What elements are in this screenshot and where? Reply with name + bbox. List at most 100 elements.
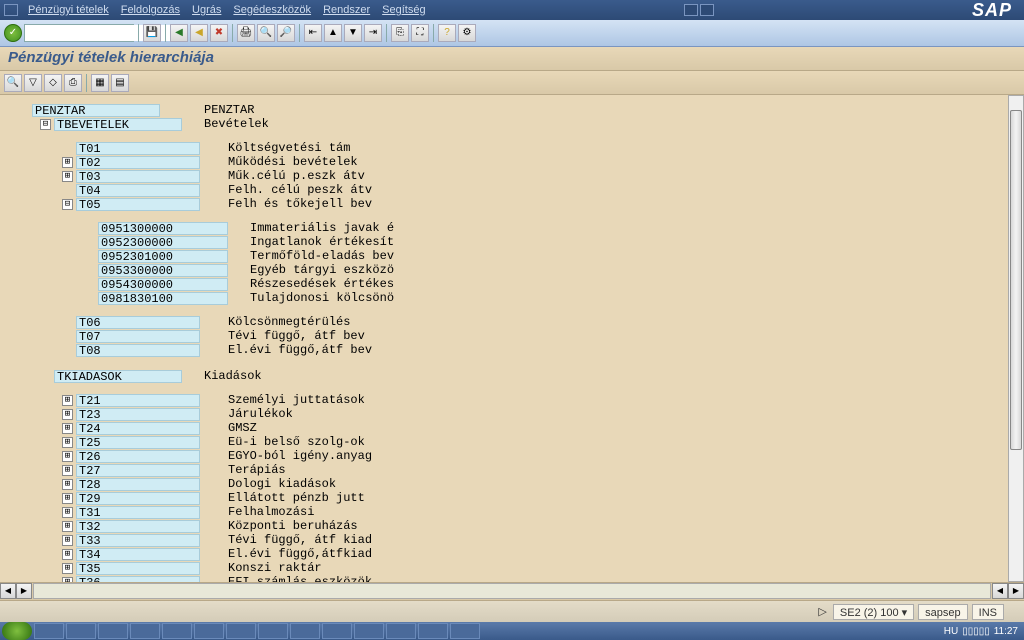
tree-toggle-icon[interactable]: ⊞ [62, 451, 73, 462]
tree-row[interactable]: ⊟TBEVETELEKBevételek [18, 117, 1020, 131]
menu-item[interactable]: Feldolgozás [115, 4, 186, 16]
tree-row[interactable]: ⊞T27Terápiás [18, 463, 1020, 477]
tree-toggle-icon[interactable]: ⊞ [62, 465, 73, 476]
task-button[interactable] [98, 623, 128, 639]
tray-icon[interactable]: ▯▯▯▯▯ [962, 626, 990, 637]
menu-icon[interactable] [4, 4, 18, 16]
cancel-icon[interactable]: ✖ [210, 24, 228, 42]
tree-code[interactable]: TBEVETELEK [54, 118, 182, 131]
task-button[interactable] [290, 623, 320, 639]
tree-row[interactable]: T07Tévi függő, átf bev [18, 329, 1020, 343]
help-icon[interactable]: ? [438, 24, 456, 42]
tree-row[interactable]: ⊞T28Dologi kiadások [18, 477, 1020, 491]
tree-row[interactable]: 0953300000Egyéb tárgyi eszközö [18, 263, 1020, 277]
tree-row[interactable]: ⊞T33Tévi függő, átf kiad [18, 533, 1020, 547]
expand-subtree-icon[interactable]: ▽ [24, 74, 42, 92]
tree-row[interactable]: T08El.évi függő,átf bev [18, 343, 1020, 357]
task-button[interactable] [354, 623, 384, 639]
enter-button[interactable]: ✓ [4, 24, 22, 42]
maximize-icon[interactable] [700, 4, 714, 16]
command-field[interactable]: ▾ [24, 24, 134, 42]
task-button[interactable] [450, 623, 480, 639]
exit-icon[interactable]: ◀ [190, 24, 208, 42]
tree-toggle-icon[interactable]: ⊟ [40, 119, 51, 130]
tree-toggle-icon[interactable]: ⊞ [62, 507, 73, 518]
status-arrow-icon[interactable]: ▷ [814, 605, 830, 618]
new-session-icon[interactable]: ⎘ [391, 24, 409, 42]
tree-toggle-icon[interactable]: ⊞ [62, 479, 73, 490]
tree-code[interactable]: T03 [76, 170, 200, 183]
tree-row[interactable]: PENZTARPENZTAR [18, 103, 1020, 117]
tree-code[interactable]: 0981830100 [98, 292, 228, 305]
position-icon[interactable]: ⎙ [64, 74, 82, 92]
next-page-icon[interactable]: ▼ [344, 24, 362, 42]
tree-code[interactable]: 0953300000 [98, 264, 228, 277]
task-button[interactable] [194, 623, 224, 639]
tree-row[interactable]: ⊞T24GMSZ [18, 421, 1020, 435]
tree-code[interactable]: T21 [76, 394, 200, 407]
tree-code[interactable]: T23 [76, 408, 200, 421]
tree-toggle-icon[interactable]: ⊞ [62, 171, 73, 182]
tree-code[interactable]: T35 [76, 562, 200, 575]
tree-row[interactable]: ⊞T34El.évi függő,átfkiad [18, 547, 1020, 561]
tree-code[interactable]: T01 [76, 142, 200, 155]
task-button[interactable] [66, 623, 96, 639]
prev-page-icon[interactable]: ▲ [324, 24, 342, 42]
tree-toggle-icon[interactable]: ⊞ [62, 535, 73, 546]
tree-toggle-icon[interactable]: ⊞ [62, 563, 73, 574]
tree-code[interactable]: 0952301000 [98, 250, 228, 263]
back-icon[interactable]: ◀ [170, 24, 188, 42]
menu-item[interactable]: Rendszer [317, 4, 376, 16]
tree-row[interactable]: ⊞T36EFI számlás eszközök [18, 575, 1020, 582]
tree-row[interactable]: T04Felh. célú peszk átv [18, 183, 1020, 197]
tree-row[interactable]: ⊞T35Konszi raktár [18, 561, 1020, 575]
task-button[interactable] [34, 623, 64, 639]
tree-code[interactable]: T25 [76, 436, 200, 449]
task-button[interactable] [418, 623, 448, 639]
tree-code[interactable]: T08 [76, 344, 200, 357]
tree-code[interactable]: T05 [76, 198, 200, 211]
tree-toggle-icon[interactable]: ⊞ [62, 157, 73, 168]
tree-code[interactable]: T24 [76, 422, 200, 435]
tree-toggle-icon[interactable]: ⊞ [62, 409, 73, 420]
task-button[interactable] [130, 623, 160, 639]
tree-row[interactable]: 0954300000Részesedések értékes [18, 277, 1020, 291]
tree-row[interactable]: 0951300000Immateriális javak é [18, 221, 1020, 235]
tree-code[interactable]: T33 [76, 534, 200, 547]
tree-row[interactable]: ⊞T23Járulékok [18, 407, 1020, 421]
task-button[interactable] [386, 623, 416, 639]
horizontal-scrollbar[interactable]: ◀ ▶ ◀ ▶ [0, 582, 1024, 600]
save-icon[interactable]: 💾 [143, 24, 161, 42]
task-button[interactable] [258, 623, 288, 639]
tree-toggle-icon[interactable]: ⊞ [62, 423, 73, 434]
tree-toggle-icon[interactable]: ⊞ [62, 395, 73, 406]
find-icon[interactable]: 🔍 [257, 24, 275, 42]
tree-row[interactable]: ⊟T05Felh és tőkejell bev [18, 197, 1020, 211]
tree-toggle-icon[interactable]: ⊟ [62, 199, 73, 210]
tree-row[interactable]: ⊞T31Felhalmozási [18, 505, 1020, 519]
tree-code[interactable]: T02 [76, 156, 200, 169]
tree-code[interactable]: T26 [76, 450, 200, 463]
tree-code[interactable]: TKIADASOK [54, 370, 182, 383]
last-page-icon[interactable]: ⇥ [364, 24, 382, 42]
tree-toggle-icon[interactable]: ⊞ [62, 549, 73, 560]
tree-code[interactable]: T29 [76, 492, 200, 505]
list-view-icon[interactable]: ▦ [91, 74, 109, 92]
tree-toggle-icon[interactable]: ⊞ [62, 521, 73, 532]
start-button[interactable] [2, 622, 32, 640]
tree-code[interactable]: T04 [76, 184, 200, 197]
tree-row[interactable]: ⊞T32Központi beruházás [18, 519, 1020, 533]
tree-code[interactable]: T34 [76, 548, 200, 561]
tray-lang[interactable]: HU [944, 626, 958, 637]
tree-code[interactable]: T06 [76, 316, 200, 329]
tree-code[interactable]: T07 [76, 330, 200, 343]
tree-code[interactable]: 0954300000 [98, 278, 228, 291]
minimize-icon[interactable] [684, 4, 698, 16]
tree-row[interactable]: 0952301000Termőföld-eladás bev [18, 249, 1020, 263]
tree-toggle-icon[interactable]: ⊞ [62, 437, 73, 448]
tree-code[interactable]: PENZTAR [32, 104, 160, 117]
tree-row[interactable]: ⊞T25Eü-i belső szolg-ok [18, 435, 1020, 449]
tree-toggle-icon[interactable]: ⊞ [62, 493, 73, 504]
find-tool-icon[interactable]: 🔍 [4, 74, 22, 92]
tree-code[interactable]: T27 [76, 464, 200, 477]
